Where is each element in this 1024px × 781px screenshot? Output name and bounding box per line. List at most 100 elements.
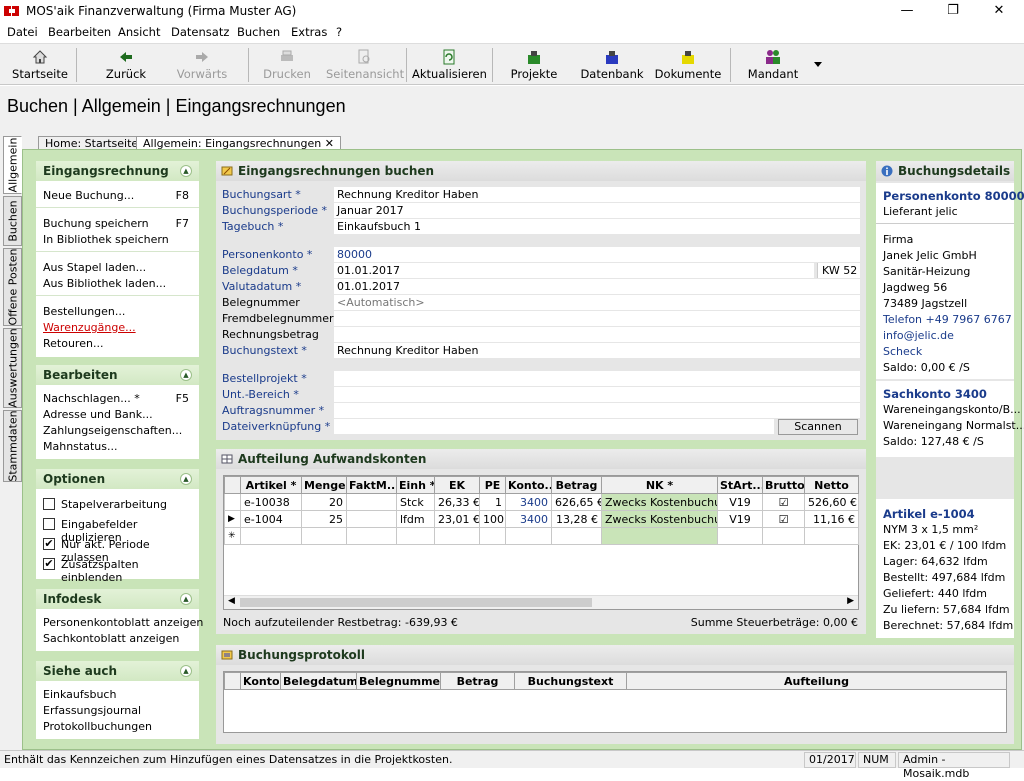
horizontal-scrollbar[interactable]: ◀ ▶: [224, 595, 858, 609]
betrag-field[interactable]: [334, 327, 860, 342]
table-row[interactable]: ▶ e-1004 25 lfdm 23,01 € 100 3400 13,28 …: [224, 510, 859, 528]
close-button[interactable]: ✕: [976, 0, 1022, 22]
maximize-button[interactable]: ❐: [930, 0, 976, 22]
fremdbeleg-field[interactable]: [334, 311, 860, 326]
col-belegnummer[interactable]: Belegnummer: [356, 672, 441, 690]
phone-link[interactable]: Telefon +49 7967 6767: [883, 313, 1012, 326]
orders-link[interactable]: Bestellungen...: [43, 305, 125, 318]
menu-buchen[interactable]: Buchen: [237, 25, 280, 39]
collapse-icon[interactable]: ▲: [180, 165, 192, 177]
refresh-button[interactable]: Aktualisieren: [412, 46, 487, 84]
cell-faktm[interactable]: [346, 493, 397, 511]
lookup-link[interactable]: Nachschlagen... *: [43, 392, 140, 405]
save-library-link[interactable]: In Bibliothek speichern: [43, 233, 169, 246]
personenkonto-heading[interactable]: Personenkonto 80000: [883, 189, 1024, 203]
cell-netto[interactable]: 526,60 €: [804, 493, 859, 511]
col-menge[interactable]: Menge: [301, 476, 347, 494]
cell-menge[interactable]: 25: [301, 510, 347, 528]
col-konto[interactable]: Konto: [240, 672, 281, 690]
new-row[interactable]: ✳: [224, 527, 859, 545]
tagebuch-field[interactable]: Einkaufsbuch 1: [334, 219, 860, 234]
col-konto[interactable]: Konto...: [505, 476, 552, 494]
cell-start[interactable]: V19: [717, 493, 763, 511]
vtab-auswertungen[interactable]: Auswertungen: [3, 328, 22, 408]
payment-link[interactable]: Zahlungseigenschaften...: [43, 424, 182, 437]
payment-method[interactable]: Scheck: [883, 345, 922, 358]
menu-extras[interactable]: Extras: [291, 25, 327, 39]
col-netto[interactable]: Netto: [804, 476, 859, 494]
col-ek[interactable]: EK: [434, 476, 480, 494]
returns-link[interactable]: Retouren...: [43, 337, 103, 350]
vtab-allgemein[interactable]: Allgemein: [3, 136, 22, 194]
artikel-heading[interactable]: Artikel e-1004: [883, 507, 975, 521]
collapse-icon[interactable]: ▲: [180, 473, 192, 485]
brutto-checkbox[interactable]: ☑: [762, 510, 805, 528]
database-button[interactable]: Datenbank: [580, 46, 644, 84]
bestellprojekt-field[interactable]: [334, 371, 860, 386]
duplicate-checkbox[interactable]: [43, 518, 55, 530]
personal-account-link[interactable]: Personenkontoblatt anzeigen: [43, 616, 203, 629]
goods-receipt-link[interactable]: Warenzugänge...: [43, 321, 136, 334]
stapel-checkbox[interactable]: [43, 498, 55, 510]
vtab-stammdaten[interactable]: Stammdaten: [3, 410, 22, 482]
cell-artikel[interactable]: e-1004: [240, 510, 302, 528]
col-buchungstext[interactable]: Buchungstext: [514, 672, 627, 690]
col-einh[interactable]: Einh *: [396, 476, 435, 494]
col-aufteilung[interactable]: Aufteilung: [626, 672, 1007, 690]
cell-netto[interactable]: 11,16 €: [804, 510, 859, 528]
period-checkbox[interactable]: ✔: [43, 538, 55, 550]
collapse-icon[interactable]: ▲: [180, 369, 192, 381]
print-button[interactable]: Drucken: [258, 46, 316, 84]
buchungstext-field[interactable]: Rechnung Kreditor Haben: [334, 343, 860, 358]
cell-betrag[interactable]: 13,28 €: [551, 510, 602, 528]
cell-einh[interactable]: Stck: [396, 493, 435, 511]
scroll-thumb[interactable]: [240, 598, 592, 607]
home-button[interactable]: Startseite: [10, 46, 70, 84]
sachkonto-heading[interactable]: Sachkonto 3400: [883, 387, 987, 401]
col-faktm[interactable]: FaktM...: [346, 476, 397, 494]
back-button[interactable]: Zurück: [98, 46, 154, 84]
documents-button[interactable]: Dokumente: [654, 46, 722, 84]
col-artikel[interactable]: Artikel *: [240, 476, 302, 494]
cell-pe[interactable]: 1: [479, 493, 506, 511]
cell-nk[interactable]: Zwecks Kostenbuchung: [601, 510, 718, 528]
col-belegdatum[interactable]: Belegdatum: [280, 672, 357, 690]
table-row[interactable]: e-10038 20 Stck 26,33 € 1 3400 626,65 € …: [224, 493, 859, 511]
email-link[interactable]: info@jelic.de: [883, 329, 954, 342]
datei-field[interactable]: [334, 419, 774, 434]
menu-help[interactable]: ?: [336, 25, 342, 39]
col-pe[interactable]: PE: [479, 476, 506, 494]
load-stack-link[interactable]: Aus Stapel laden...: [43, 261, 146, 274]
collapse-icon[interactable]: ▲: [180, 593, 192, 605]
collapse-icon[interactable]: ▲: [180, 665, 192, 677]
personenkonto-field[interactable]: 80000: [334, 247, 860, 262]
cell-pe[interactable]: 100: [479, 510, 506, 528]
cell-faktm[interactable]: [346, 510, 397, 528]
menu-datei[interactable]: Datei: [7, 25, 38, 39]
brutto-checkbox[interactable]: ☑: [762, 493, 805, 511]
new-booking-link[interactable]: Neue Buchung...: [43, 189, 134, 202]
belegdatum-field[interactable]: 01.01.2017: [334, 263, 814, 278]
scroll-right-icon[interactable]: ▶: [847, 596, 854, 606]
col-start[interactable]: StArt...: [717, 476, 763, 494]
menu-ansicht[interactable]: Ansicht: [118, 25, 160, 39]
extra-columns-checkbox[interactable]: ✔: [43, 558, 55, 570]
journal-link[interactable]: Erfassungsjournal: [43, 704, 141, 717]
ledger-account-link[interactable]: Sachkontoblatt anzeigen: [43, 632, 179, 645]
col-betrag[interactable]: Betrag: [551, 476, 602, 494]
valutadatum-field[interactable]: 01.01.2017: [334, 279, 860, 294]
menu-datensatz[interactable]: Datensatz: [171, 25, 229, 39]
cell-ek[interactable]: 23,01 €: [434, 510, 480, 528]
vtab-buchen[interactable]: Buchen: [3, 196, 22, 246]
chevron-down-icon[interactable]: [814, 62, 822, 67]
col-brutto[interactable]: Brutto: [762, 476, 805, 494]
cell-einh[interactable]: lfdm: [396, 510, 435, 528]
cell-konto[interactable]: 3400: [505, 510, 552, 528]
scroll-left-icon[interactable]: ◀: [228, 596, 235, 606]
minimize-button[interactable]: —: [884, 0, 930, 22]
load-library-link[interactable]: Aus Bibliothek laden...: [43, 277, 166, 290]
buchungsart-field[interactable]: Rechnung Kreditor Haben: [334, 187, 860, 202]
projects-button[interactable]: Projekte: [506, 46, 562, 84]
cell-artikel[interactable]: e-10038: [240, 493, 302, 511]
periode-field[interactable]: Januar 2017: [334, 203, 860, 218]
